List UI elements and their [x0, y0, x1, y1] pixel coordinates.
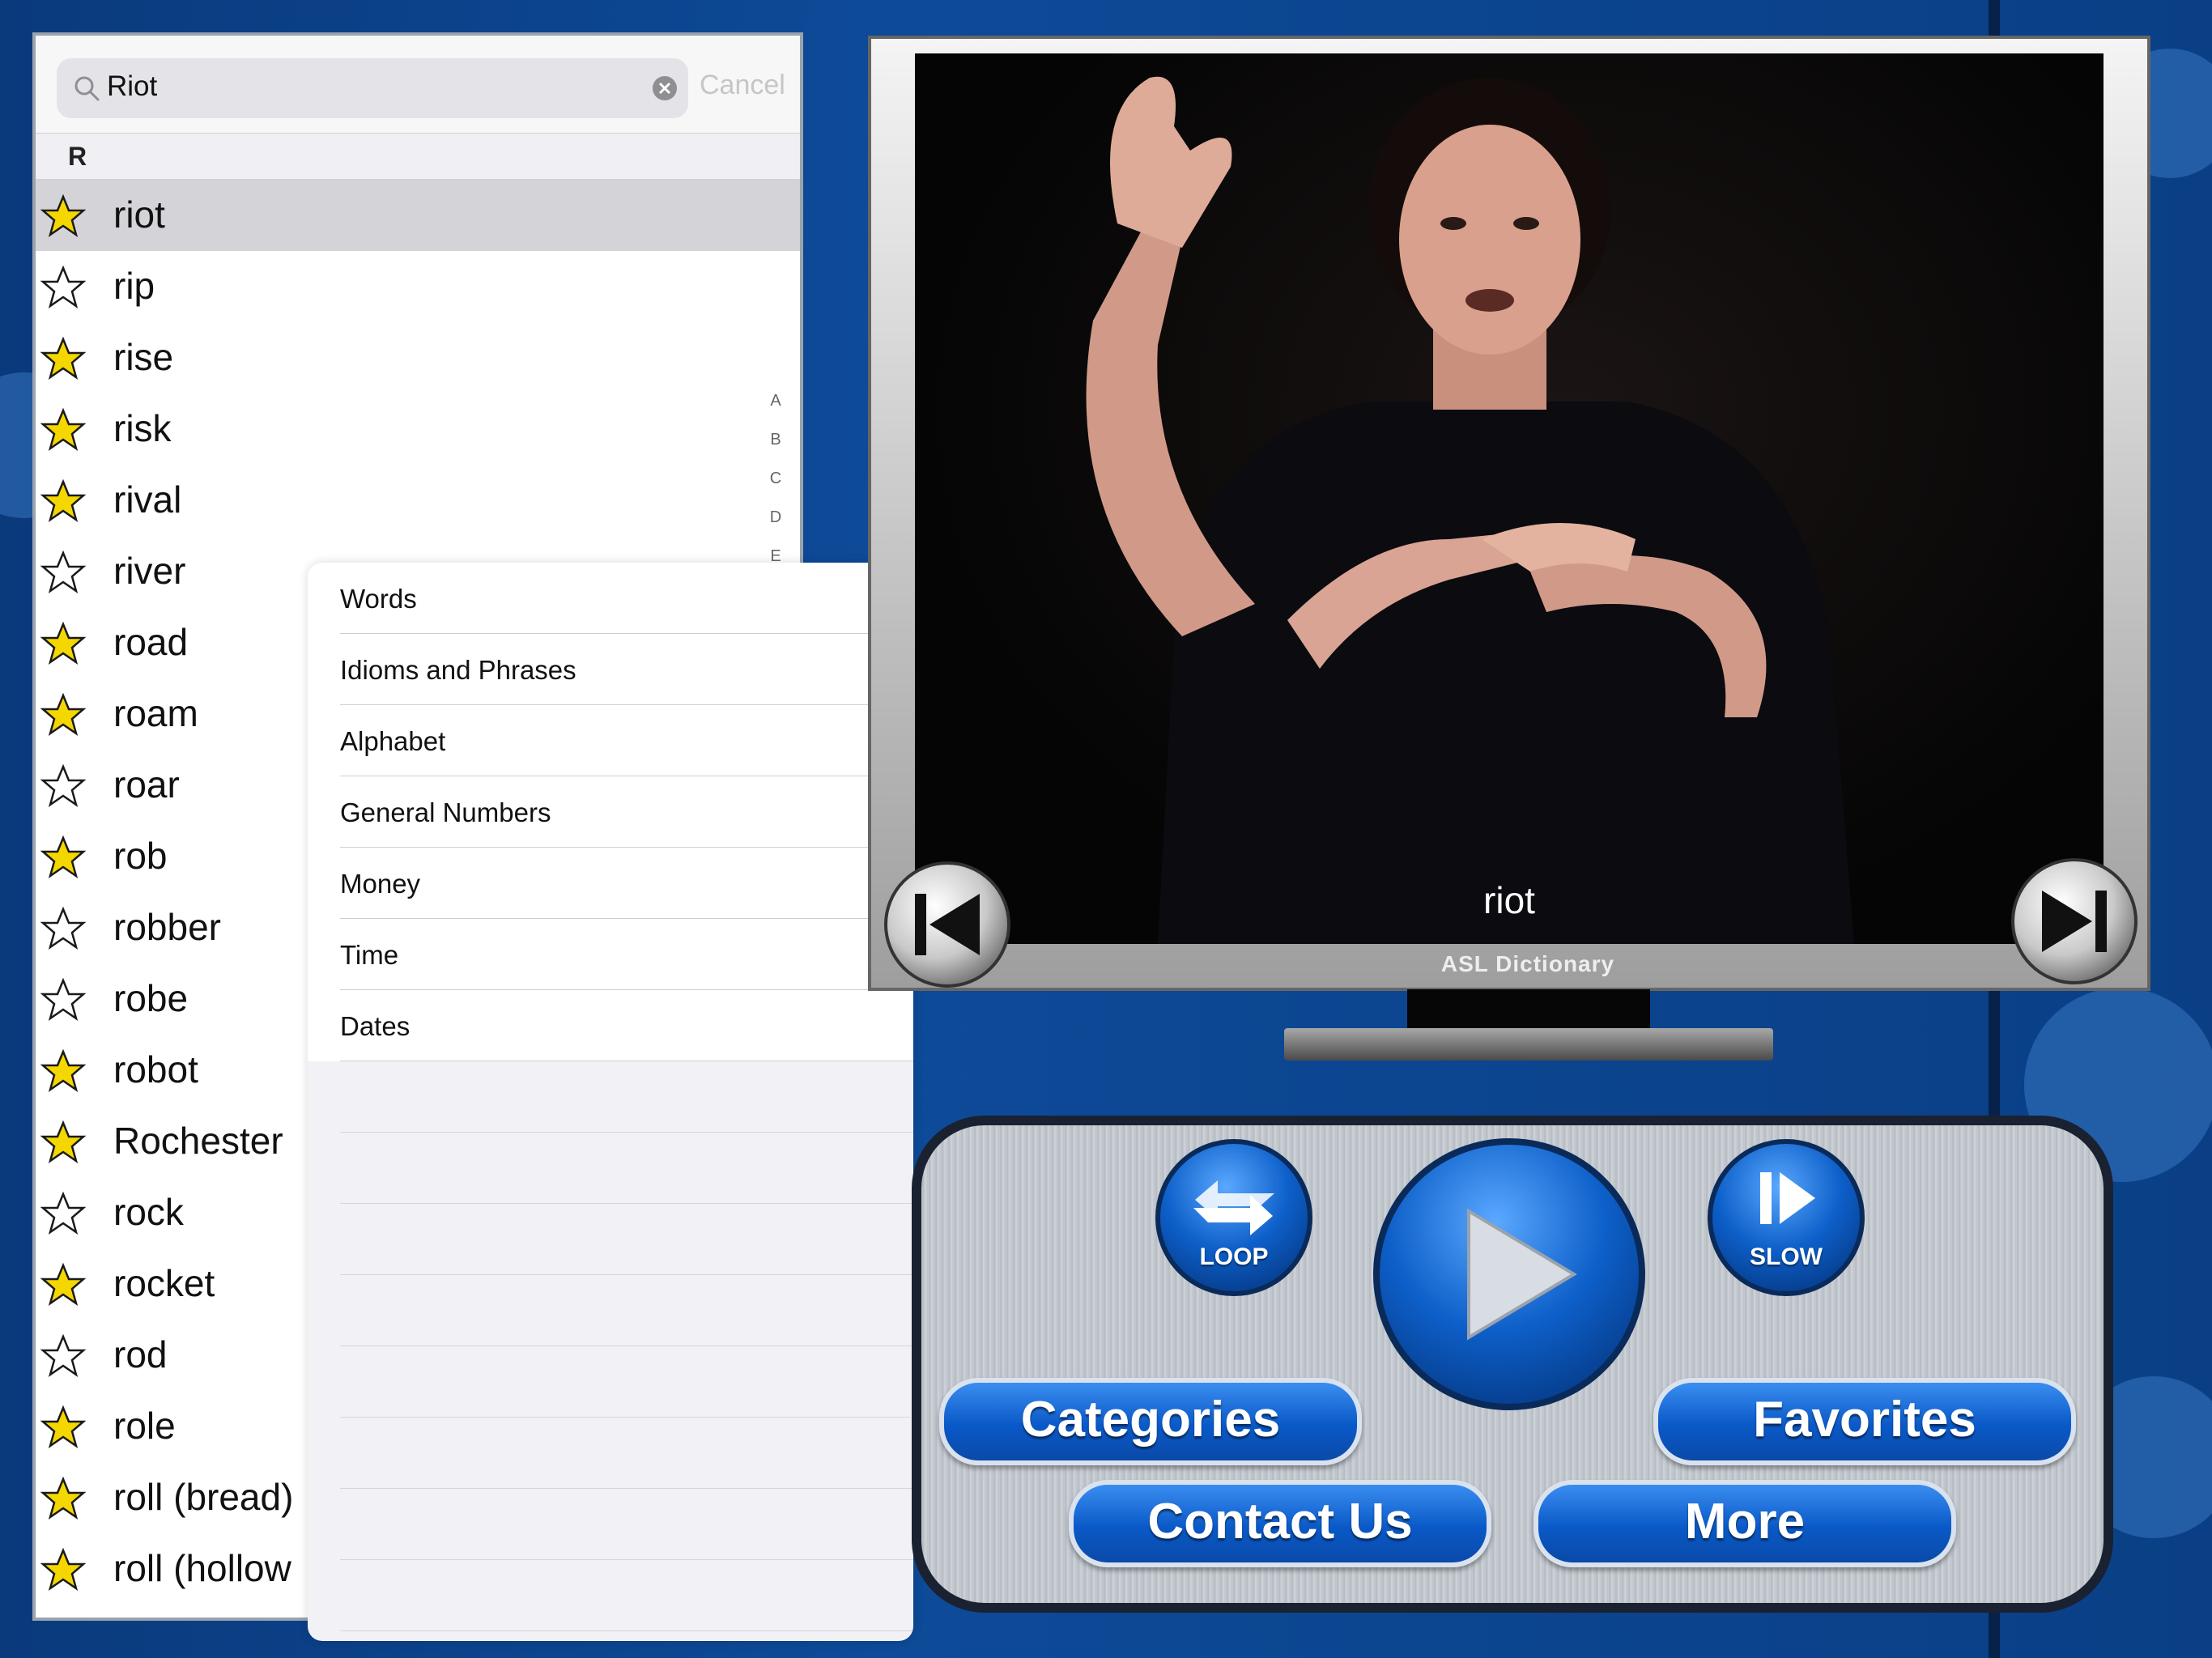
word-label: roam [113, 692, 198, 734]
word-label: rock [113, 1191, 184, 1233]
empty-menu-row [308, 1133, 913, 1204]
word-label: rod [113, 1333, 168, 1375]
index-letter[interactable]: D [766, 508, 785, 547]
categories-list: Words Idioms and Phrases Alphabet General N… [308, 563, 913, 1631]
search-field[interactable]: Riot [57, 58, 688, 118]
word-label: riot [113, 193, 165, 236]
category-label: Words [340, 584, 417, 614]
star-filled-icon[interactable] [40, 194, 86, 238]
star-filled-icon[interactable] [40, 479, 86, 523]
empty-menu-row [308, 1346, 913, 1418]
star-filled-icon[interactable] [40, 622, 86, 665]
tv-stand [1284, 1028, 1773, 1061]
contact-us-button[interactable]: Contact Us [1069, 1480, 1491, 1567]
category-menu-item[interactable]: Dates [308, 990, 913, 1061]
empty-menu-row [308, 1560, 913, 1631]
star-filled-icon[interactable] [40, 337, 86, 380]
word-row[interactable]: risk [36, 393, 800, 465]
word-row[interactable]: rival [36, 465, 800, 536]
alphabet-index[interactable]: ABCDE [766, 392, 785, 586]
empty-menu-row [308, 1204, 913, 1275]
empty-menu-row [308, 1418, 913, 1489]
loop-label: LOOP [1199, 1244, 1269, 1270]
search-icon [74, 76, 100, 101]
star-filled-icon[interactable] [40, 408, 86, 452]
word-label: robe [113, 977, 189, 1019]
signer-figure [1086, 76, 1854, 944]
category-label: Money [340, 869, 421, 899]
word-row[interactable]: rip [36, 251, 800, 322]
star-outline-icon[interactable] [40, 1334, 86, 1378]
categories-button[interactable]: Categories [939, 1378, 1362, 1465]
star-filled-icon[interactable] [40, 1477, 86, 1520]
word-row[interactable]: rise [36, 322, 800, 393]
index-letter[interactable]: B [766, 431, 785, 470]
skip-previous-icon[interactable] [883, 860, 1012, 989]
star-filled-icon[interactable] [40, 1049, 86, 1093]
category-label: Alphabet [340, 726, 446, 756]
slow-button[interactable] [1705, 1137, 1867, 1299]
word-label: Rochester [113, 1120, 283, 1162]
word-label: robot [113, 1048, 198, 1090]
category-menu-item[interactable]: Words [308, 563, 913, 634]
favorites-button[interactable]: Favorites [1653, 1378, 2076, 1465]
empty-menu-row [308, 1275, 913, 1346]
word-label: roar [113, 763, 180, 806]
word-label: risk [113, 407, 172, 449]
category-menu-item[interactable]: Money [308, 848, 913, 919]
category-menu-item[interactable]: General Numbers [308, 776, 913, 848]
categories-popover: Words Idioms and Phrases Alphabet General N… [308, 563, 913, 1641]
star-filled-icon[interactable] [40, 1405, 86, 1449]
category-label: Dates [340, 1011, 410, 1041]
search-bar: Riot Cancel [36, 36, 800, 133]
star-filled-icon[interactable] [40, 835, 86, 879]
index-letter[interactable]: A [766, 392, 785, 431]
word-label: role [113, 1405, 176, 1447]
word-label: rocket [113, 1262, 215, 1304]
section-header: R [36, 133, 800, 180]
category-menu-item[interactable]: Time [308, 919, 913, 990]
category-label: Time [340, 940, 399, 970]
category-label: Idioms and Phrases [340, 655, 576, 685]
word-label: robber [113, 906, 221, 948]
empty-menu-row [308, 1061, 913, 1133]
star-outline-icon[interactable] [40, 978, 86, 1022]
word-label: road [113, 621, 189, 663]
empty-menu-row [308, 1489, 913, 1560]
word-label: roll (hollow [113, 1547, 291, 1589]
category-menu-item[interactable]: Idioms and Phrases [308, 634, 913, 705]
category-label: General Numbers [340, 797, 551, 827]
skip-next-icon[interactable] [2010, 857, 2139, 986]
video-caption: riot [1483, 879, 1535, 921]
word-label: rip [113, 265, 155, 307]
cancel-button[interactable]: Cancel [700, 70, 785, 101]
sign-video[interactable] [915, 53, 2104, 944]
star-outline-icon[interactable] [40, 266, 86, 309]
star-filled-icon[interactable] [40, 1120, 86, 1164]
loop-button[interactable] [1153, 1137, 1315, 1299]
star-filled-icon[interactable] [40, 693, 86, 737]
tv-brand-label: ASL Dictionary [1440, 951, 1615, 976]
word-label: rise [113, 336, 174, 378]
word-label: rob [113, 835, 168, 877]
star-filled-icon[interactable] [40, 1263, 86, 1307]
search-input[interactable]: Riot [107, 70, 157, 103]
star-outline-icon[interactable] [40, 1192, 86, 1235]
index-letter[interactable]: C [766, 470, 785, 508]
word-label: roll (bread) [113, 1476, 294, 1518]
category-menu-item[interactable]: Alphabet [308, 705, 913, 776]
star-outline-icon[interactable] [40, 907, 86, 950]
play-button[interactable] [1372, 1137, 1647, 1412]
star-outline-icon[interactable] [40, 764, 86, 808]
slow-label: SLOW [1750, 1244, 1823, 1270]
more-button[interactable]: More [1534, 1480, 1956, 1567]
star-filled-icon[interactable] [40, 1548, 86, 1592]
star-outline-icon[interactable] [40, 551, 86, 594]
clear-icon[interactable] [651, 74, 678, 102]
word-label: rival [113, 478, 182, 521]
tv-neck [1407, 989, 1650, 1030]
word-label: river [113, 550, 186, 592]
word-row[interactable]: riot [36, 180, 800, 251]
